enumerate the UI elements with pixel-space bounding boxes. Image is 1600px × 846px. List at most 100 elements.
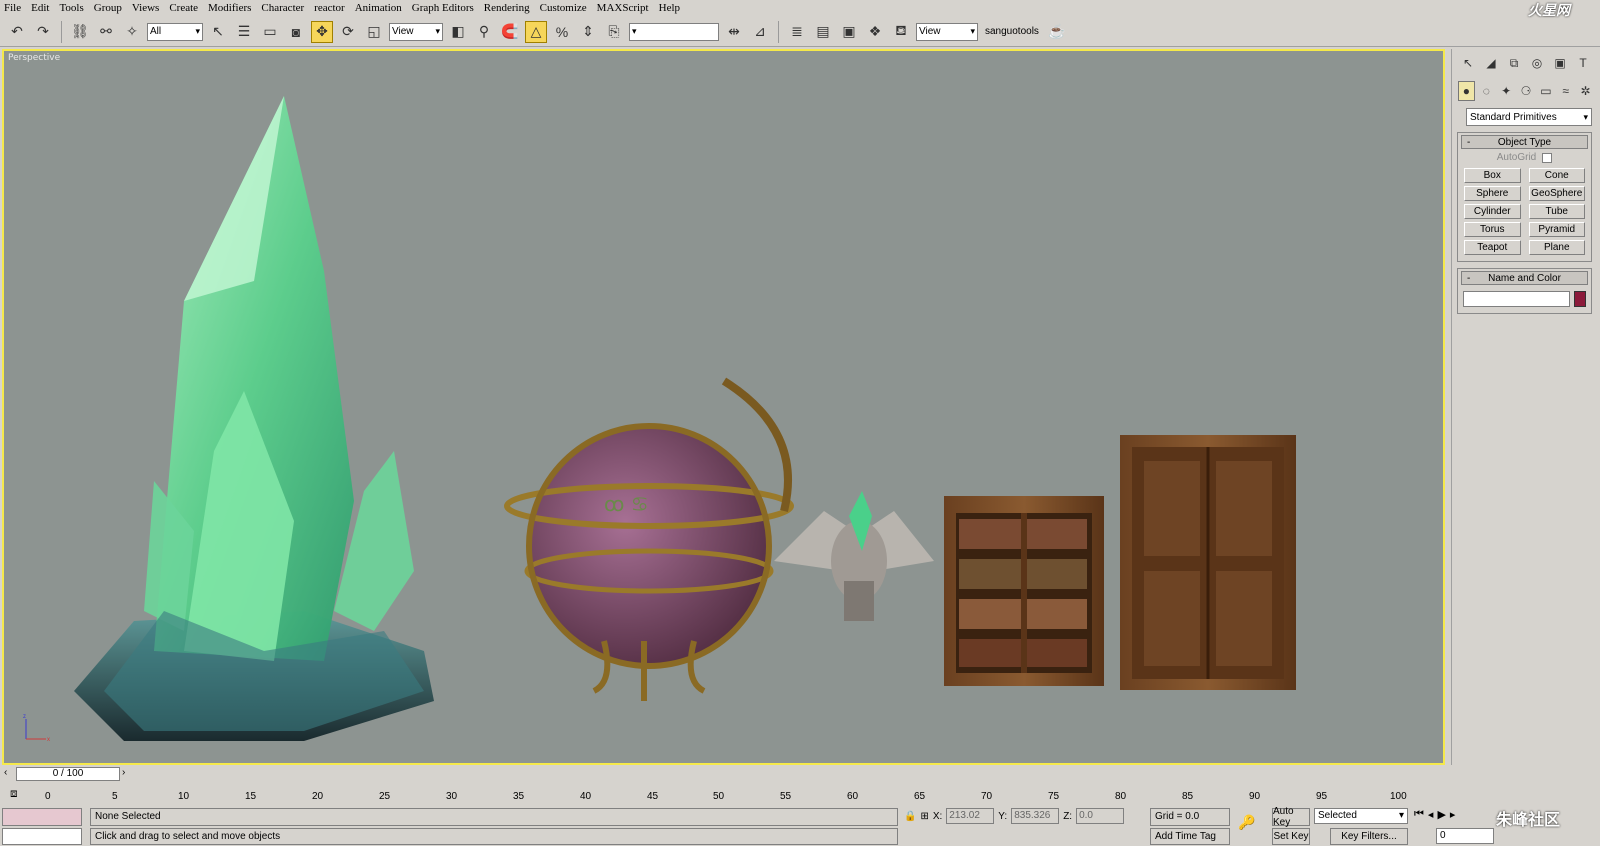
absolute-mode-icon[interactable]: ⊞ [920, 811, 928, 822]
named-selection-dropdown[interactable] [629, 22, 719, 41]
prev-frame-icon[interactable]: ◂ [1428, 808, 1434, 821]
select-object-icon[interactable]: ↖ [207, 21, 229, 43]
time-next-icon[interactable]: › [122, 767, 125, 778]
perspective-viewport[interactable]: Perspective ꝏ ♋ z x [2, 49, 1445, 765]
snap-toggle-icon[interactable]: 🧲 [499, 21, 521, 43]
set-key-icon[interactable]: 🔑 [1238, 814, 1255, 831]
key-selection-dropdown[interactable]: Selected [1314, 808, 1408, 824]
object-type-header[interactable]: - Object Type [1461, 135, 1588, 149]
render-type-dropdown[interactable]: View [916, 22, 978, 41]
geosphere-button[interactable]: GeoSphere [1528, 186, 1585, 201]
maxscript-listener-mini[interactable] [2, 808, 82, 826]
undo-icon[interactable]: ↶ [6, 21, 28, 43]
name-color-header[interactable]: - Name and Color [1461, 271, 1588, 285]
go-to-start-icon[interactable]: ⏮ [1414, 808, 1424, 821]
menu-modifiers[interactable]: Modifiers [208, 2, 251, 14]
menu-help[interactable]: Help [659, 2, 680, 14]
auto-key-button[interactable]: Auto Key [1272, 806, 1310, 828]
shapes-icon[interactable]: ◌ [1478, 81, 1495, 101]
create-tab-icon[interactable]: ↖ [1458, 53, 1478, 73]
schematic-view-icon[interactable]: ▣ [838, 21, 860, 43]
menu-reactor[interactable]: reactor [314, 2, 345, 14]
unlink-icon[interactable]: ⚯ [95, 21, 117, 43]
render-scene-icon[interactable]: ⛾ [890, 21, 912, 43]
set-key-button[interactable]: Set Key [1272, 828, 1310, 845]
teapot-button[interactable]: Teapot [1464, 240, 1521, 255]
pivot-center-icon[interactable]: ◧ [447, 21, 469, 43]
box-button[interactable]: Box [1464, 168, 1521, 183]
menu-character[interactable]: Character [261, 2, 304, 14]
menu-edit[interactable]: Edit [31, 2, 49, 14]
lock-selection-icon[interactable]: 🔒 [904, 811, 916, 822]
select-scale-icon[interactable]: ◱ [363, 21, 385, 43]
cone-button[interactable]: Cone [1528, 168, 1585, 183]
pyramid-button[interactable]: Pyramid [1528, 222, 1585, 237]
menu-views[interactable]: Views [132, 2, 159, 14]
modify-tab-icon[interactable]: ◢ [1481, 53, 1501, 73]
object-color-swatch[interactable] [1574, 291, 1586, 307]
x-coordinate-field[interactable]: 213.02 [946, 808, 995, 824]
cameras-icon[interactable]: ⚆ [1518, 81, 1535, 101]
menu-animation[interactable]: Animation [355, 2, 402, 14]
current-frame-field[interactable]: 0 [1436, 828, 1494, 844]
key-filters-button[interactable]: Key Filters... [1330, 828, 1408, 845]
cylinder-button[interactable]: Cylinder [1464, 204, 1521, 219]
lights-icon[interactable]: ✦ [1498, 81, 1515, 101]
menu-graph-editors[interactable]: Graph Editors [412, 2, 474, 14]
spacewarps-icon[interactable]: ≈ [1557, 81, 1574, 101]
angle-snap-icon[interactable]: △ [525, 20, 547, 43]
rect-selection-icon[interactable]: ▭ [259, 21, 281, 43]
primitive-category-dropdown[interactable]: Standard Primitives [1466, 108, 1592, 126]
ref-coord-dropdown[interactable]: View [389, 22, 443, 41]
add-time-tag-button[interactable]: Add Time Tag [1150, 828, 1230, 845]
hierarchy-tab-icon[interactable]: ⧉ [1504, 53, 1524, 73]
curve-editor-icon[interactable]: ▤ [812, 21, 834, 43]
percent-snap-icon[interactable]: % [551, 21, 573, 43]
menu-customize[interactable]: Customize [540, 2, 587, 14]
teapot-render-icon[interactable]: ☕ [1046, 21, 1068, 43]
display-tab-icon[interactable]: ▣ [1550, 53, 1570, 73]
geometry-icon[interactable]: ● [1458, 81, 1475, 101]
select-move-icon[interactable]: ✥ [311, 20, 333, 43]
redo-icon[interactable]: ↷ [32, 21, 54, 43]
object-name-input[interactable] [1463, 291, 1570, 307]
menu-maxscript[interactable]: MAXScript [597, 2, 649, 14]
selection-filter-dropdown[interactable]: All [147, 22, 203, 41]
motion-tab-icon[interactable]: ◎ [1527, 53, 1547, 73]
autogrid-checkbox[interactable] [1542, 152, 1553, 163]
time-slider[interactable]: 0 / 100 [16, 767, 120, 781]
utilities-tab-icon[interactable]: T [1573, 53, 1593, 73]
select-link-icon[interactable]: ⛓ [69, 21, 91, 43]
play-icon[interactable]: ▶ [1437, 808, 1445, 821]
select-by-name-icon[interactable]: ☰ [233, 21, 255, 43]
helpers-icon[interactable]: ▭ [1537, 81, 1554, 101]
y-coordinate-field[interactable]: 835.326 [1011, 808, 1060, 824]
spinner-snap-icon[interactable]: ⇕ [577, 21, 599, 43]
track-bar-icon[interactable]: ⧈ [10, 786, 18, 801]
maxscript-input-mini[interactable] [2, 828, 82, 845]
torus-button[interactable]: Torus [1464, 222, 1521, 237]
align-icon[interactable]: ⊿ [749, 21, 771, 43]
sphere-button[interactable]: Sphere [1464, 186, 1521, 201]
plane-button[interactable]: Plane [1528, 240, 1585, 255]
tube-button[interactable]: Tube [1528, 204, 1585, 219]
systems-icon[interactable]: ✲ [1577, 81, 1594, 101]
window-crossing-icon[interactable]: ◙ [285, 21, 307, 43]
select-rotate-icon[interactable]: ⟳ [337, 21, 359, 43]
menu-file[interactable]: File [4, 2, 21, 14]
track-bar[interactable]: ⧈ 0 5 10 15 20 25 30 35 40 45 50 55 60 6… [0, 783, 1445, 805]
sanguotools-label[interactable]: sanguotools [982, 26, 1042, 37]
manipulate-icon[interactable]: ⚲ [473, 21, 495, 43]
edit-named-sel-icon[interactable]: ⎘ [603, 21, 625, 43]
menu-tools[interactable]: Tools [59, 2, 83, 14]
next-frame-icon[interactable]: ▸ [1450, 808, 1456, 821]
material-editor-icon[interactable]: ❖ [864, 21, 886, 43]
menu-rendering[interactable]: Rendering [484, 2, 530, 14]
menu-create[interactable]: Create [169, 2, 198, 14]
layer-manager-icon[interactable]: ≣ [786, 21, 808, 43]
mirror-icon[interactable]: ⇹ [723, 21, 745, 43]
bind-space-warp-icon[interactable]: ✧ [121, 21, 143, 43]
time-prev-icon[interactable]: ‹ [4, 767, 7, 778]
z-coordinate-field[interactable]: 0.0 [1076, 808, 1125, 824]
menu-group[interactable]: Group [94, 2, 122, 14]
